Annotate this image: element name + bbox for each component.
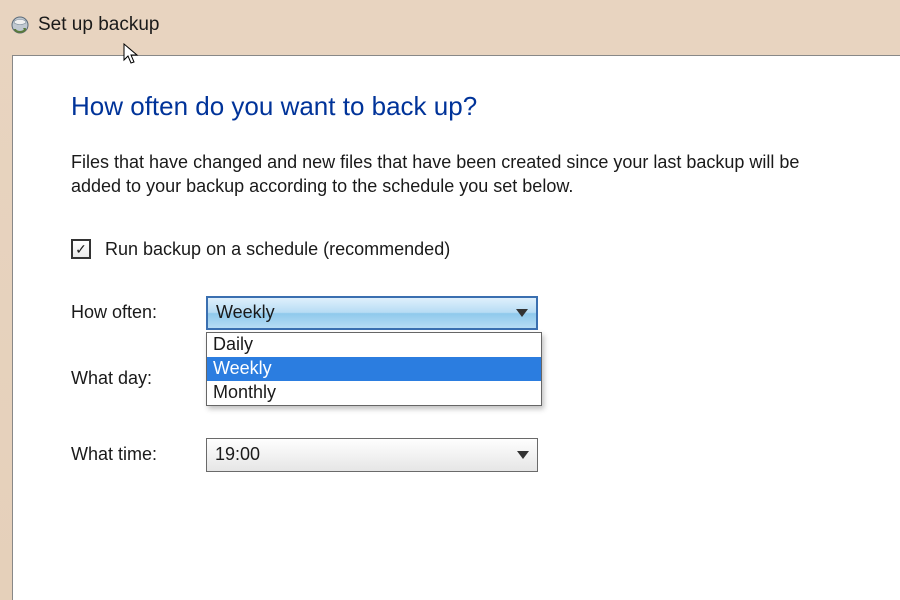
cursor-icon <box>123 43 141 67</box>
page-description: Files that have changed and new files th… <box>71 150 850 199</box>
how-often-combobox[interactable]: Weekly Daily Weekly Monthly <box>206 296 538 330</box>
how-often-dropdown: Daily Weekly Monthly <box>206 332 542 406</box>
what-time-value: 19:00 <box>215 444 260 465</box>
dropdown-option-monthly[interactable]: Monthly <box>207 381 541 405</box>
wizard-panel: How often do you want to back up? Files … <box>12 55 900 600</box>
dropdown-option-weekly[interactable]: Weekly <box>207 357 541 381</box>
what-day-label: What day: <box>71 368 206 389</box>
dropdown-option-daily[interactable]: Daily <box>207 333 541 357</box>
what-time-combobox[interactable]: 19:00 <box>206 438 538 472</box>
chevron-down-icon <box>517 451 529 459</box>
how-often-value: Weekly <box>216 302 275 323</box>
what-time-label: What time: <box>71 444 206 465</box>
schedule-checkbox[interactable]: ✓ <box>71 239 91 259</box>
backup-icon <box>10 15 30 35</box>
how-often-label: How often: <box>71 302 206 323</box>
window-title: Set up backup <box>38 14 159 36</box>
what-time-row: What time: 19:00 <box>71 438 850 472</box>
schedule-checkbox-label: Run backup on a schedule (recommended) <box>105 239 450 260</box>
how-often-row: How often: Weekly Daily Weekly Monthly <box>71 296 850 330</box>
schedule-checkbox-row: ✓ Run backup on a schedule (recommended) <box>71 239 850 260</box>
chevron-down-icon <box>516 309 528 317</box>
page-title: How often do you want to back up? <box>71 91 850 122</box>
